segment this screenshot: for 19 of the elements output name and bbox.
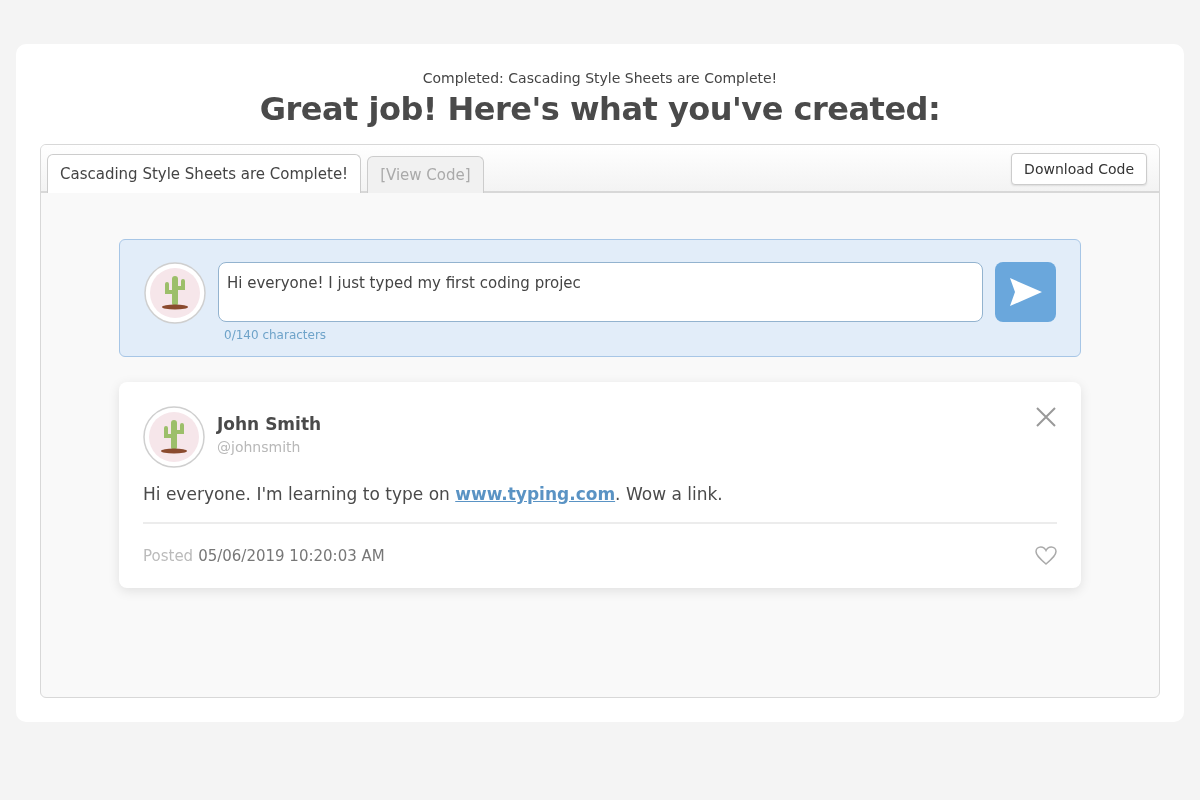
post-message: Hi everyone. I'm learning to type on www.typing.com. Wow a link. bbox=[143, 484, 724, 504]
tab[interactable]: Cascading Style Sheets are Complete! bbox=[47, 154, 362, 193]
post-date: 05/06/2019 10:20:03 AM bbox=[198, 547, 385, 565]
completion-subtitle: Completed: Cascading Style Sheets are Complete! bbox=[422, 70, 778, 86]
character-counter: 0/140 characters bbox=[223, 328, 328, 342]
close-button[interactable] bbox=[1035, 406, 1057, 428]
author-name: John Smith bbox=[217, 414, 322, 434]
send-button[interactable] bbox=[995, 262, 1056, 322]
close-icon bbox=[1035, 406, 1057, 428]
download-code-button[interactable]: Download Code bbox=[1011, 153, 1147, 185]
message-input[interactable]: Hi everyone! I just typed my first coding projec bbox=[218, 262, 983, 322]
cactus-avatar-icon bbox=[144, 262, 206, 324]
cactus-avatar-icon bbox=[143, 406, 205, 468]
like-button[interactable] bbox=[1035, 546, 1057, 566]
send-icon bbox=[1007, 276, 1044, 308]
page-title: Great job! Here's what you've created: bbox=[259, 90, 941, 128]
author-handle: @johnsmith bbox=[217, 439, 302, 455]
posted-label: Posted bbox=[143, 547, 194, 565]
heart-icon bbox=[1035, 546, 1057, 566]
